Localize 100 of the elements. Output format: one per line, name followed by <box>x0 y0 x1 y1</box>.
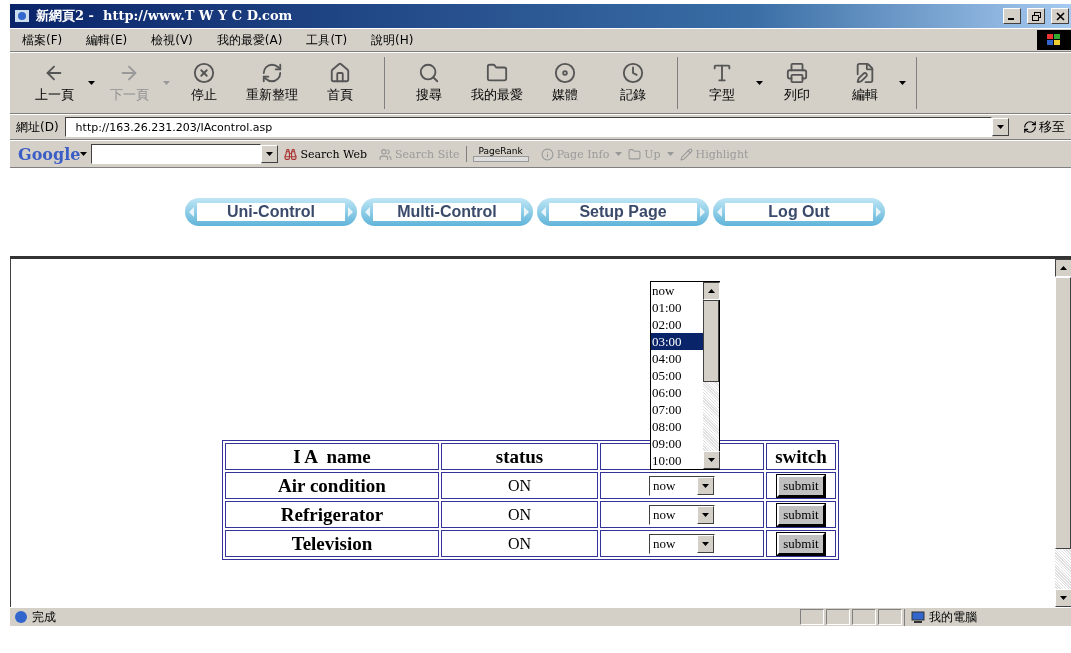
close-button[interactable] <box>1051 8 1069 24</box>
windows-logo <box>1037 30 1071 50</box>
caret-icon <box>1060 596 1067 600</box>
caret-icon <box>702 512 709 517</box>
browser-icon <box>14 8 30 24</box>
caret-icon <box>702 483 709 488</box>
toolbar-button[interactable]: 編輯 <box>831 62 899 104</box>
list-scrollbar[interactable] <box>703 282 719 469</box>
window-title: 新網頁2 - http://www.T W Y C D.com <box>36 7 294 25</box>
refresh-icon <box>261 62 283 84</box>
caret-icon[interactable] <box>899 81 906 85</box>
people-icon <box>379 147 393 161</box>
status-pane <box>826 609 850 625</box>
home-icon <box>329 62 351 84</box>
toolbar-button[interactable]: 我的最愛 <box>463 62 531 104</box>
caret-icon <box>1060 266 1067 270</box>
page-scrollbar[interactable] <box>1055 259 1071 607</box>
document-edit-icon <box>854 62 876 84</box>
toolbar-button[interactable]: 記錄 <box>599 62 667 104</box>
caret-icon[interactable] <box>88 81 95 85</box>
right-triangle-icon <box>700 207 705 217</box>
caret-icon[interactable] <box>80 152 88 156</box>
caret-icon <box>702 541 709 546</box>
status-label: 完成 <box>32 608 56 626</box>
curved-arrow-icon <box>1023 120 1037 134</box>
list-option[interactable]: 03:00 <box>651 333 703 350</box>
browser-icon <box>14 610 28 624</box>
submit-button[interactable]: submit <box>777 503 825 526</box>
nav-button[interactable]: Log Out <box>713 198 885 226</box>
font-icon <box>711 62 733 84</box>
caret-icon <box>708 289 715 293</box>
toolbar-button[interactable]: 列印 <box>763 62 831 104</box>
right-triangle-icon <box>524 207 529 217</box>
menu-item[interactable]: 檢視(V) <box>139 31 205 49</box>
column-header: I A name <box>225 443 439 470</box>
disc-icon <box>554 62 576 84</box>
toolbar-button[interactable]: 媒體 <box>531 62 599 104</box>
toolbar-button[interactable]: 首頁 <box>306 62 374 104</box>
nav-button[interactable]: Multi-Control <box>361 198 533 226</box>
close-icon <box>1055 11 1065 21</box>
caret-icon <box>997 125 1004 129</box>
table-cell: Television <box>225 530 439 557</box>
left-triangle-icon <box>189 207 194 217</box>
submit-button[interactable]: submit <box>777 532 825 555</box>
toolbar-button[interactable]: 停止 <box>170 62 238 104</box>
right-triangle-icon <box>876 207 881 217</box>
stop-icon <box>193 62 215 84</box>
toolbar-button[interactable]: 上一頁 <box>20 62 88 104</box>
caret-icon[interactable] <box>756 81 763 85</box>
toolbar-button[interactable]: 搜尋 <box>395 62 463 104</box>
table-cell: ON <box>441 501 598 528</box>
menu-item[interactable]: 檔案(F) <box>10 31 75 49</box>
go-button[interactable]: 移至 <box>1009 118 1071 136</box>
menu-item[interactable]: 編輯(E) <box>74 31 140 49</box>
submit-button[interactable]: submit <box>777 474 825 497</box>
zone-label: 我的電腦 <box>929 608 977 626</box>
menu-item[interactable]: 工具(T) <box>294 31 360 49</box>
caret-icon <box>708 458 715 462</box>
folder-icon <box>486 62 508 84</box>
column-header: status <box>441 443 598 470</box>
table-cell: ON <box>441 472 598 499</box>
menu-item[interactable]: 我的最愛(A) <box>204 31 295 49</box>
address-field[interactable]: http://163.26.231.203/IAcontrol.asp <box>64 117 992 137</box>
search-field[interactable] <box>91 144 262 164</box>
nav-button[interactable]: Uni-Control <box>185 198 357 226</box>
left-triangle-icon <box>541 207 546 217</box>
status-pane <box>800 609 824 625</box>
toolbar-button[interactable]: Search Web <box>278 147 374 161</box>
toolbar-button[interactable]: 字型 <box>688 62 756 104</box>
time-select[interactable]: now <box>649 475 715 496</box>
google-logo[interactable]: Google <box>10 144 81 164</box>
left-triangle-icon <box>365 207 370 217</box>
table-cell: Refrigerator <box>225 501 439 528</box>
folder-icon <box>628 147 642 161</box>
menu-item[interactable]: 說明(H) <box>359 31 426 49</box>
right-triangle-icon <box>348 207 353 217</box>
clock-icon <box>622 62 644 84</box>
caret-icon <box>266 152 274 156</box>
left-triangle-icon <box>717 207 722 217</box>
computer-icon <box>911 610 925 624</box>
time-select[interactable]: now <box>649 533 715 554</box>
info-icon <box>540 147 554 161</box>
status-pane <box>852 609 876 625</box>
pagerank-label: PageRank <box>478 146 523 156</box>
binoculars-icon <box>284 147 298 161</box>
dropdown-button[interactable] <box>992 118 1009 136</box>
table-cell: ON <box>441 530 598 557</box>
toolbar-button[interactable]: 重新整理 <box>238 62 306 104</box>
dropdown-button[interactable] <box>261 145 279 163</box>
restore-icon <box>1031 11 1041 21</box>
column-header: switch <box>766 443 836 470</box>
restore-button[interactable] <box>1027 8 1045 24</box>
nav-button[interactable]: Setup Page <box>537 198 709 226</box>
status-pane <box>878 609 902 625</box>
table-cell: Air condition <box>225 472 439 499</box>
address-label: 網址(D) <box>15 118 60 136</box>
time-select[interactable]: now <box>649 504 715 525</box>
printer-icon <box>786 62 808 84</box>
pencil-icon <box>679 147 693 161</box>
minimize-button[interactable] <box>1003 8 1021 24</box>
